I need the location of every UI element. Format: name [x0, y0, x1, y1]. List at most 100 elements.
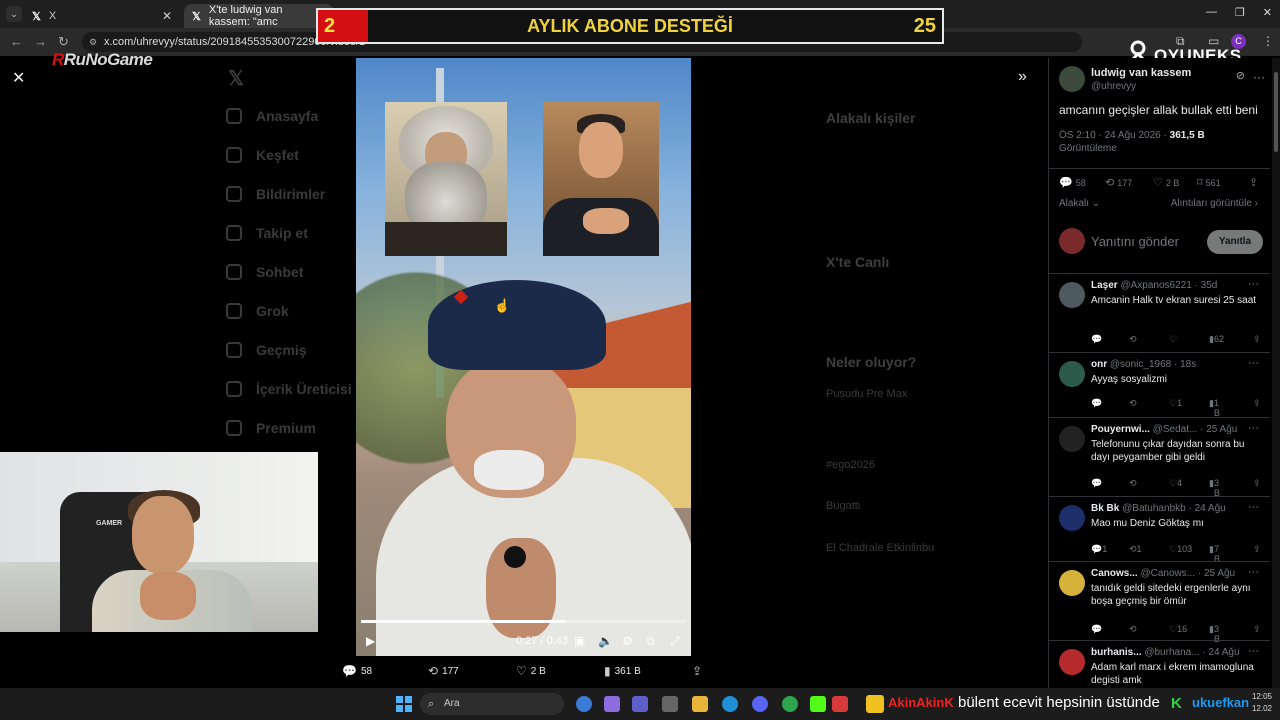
views-icon[interactable]: ▮ 1 B [1209, 398, 1220, 418]
views-icon[interactable]: ▮ 3 B [1209, 624, 1220, 644]
chrome-icon[interactable] [782, 696, 798, 712]
share-icon[interactable]: ⇪ [1253, 398, 1261, 409]
reply-item[interactable]: Canows... @Canows... · 25 Ağu ··· tanıdı… [1049, 562, 1270, 644]
tab-list-button[interactable]: ⌄ [6, 6, 22, 22]
heart-icon[interactable]: ♡ [1169, 334, 1177, 345]
repost-icon[interactable]: ⟲ [1129, 478, 1137, 489]
reply-stat[interactable]: 💬 58 [1059, 176, 1086, 189]
avatar[interactable] [1059, 361, 1085, 387]
reply-icon[interactable]: 💬 [1091, 398, 1102, 409]
like-action[interactable]: ♡ 2 B [516, 664, 546, 678]
edge-icon[interactable] [722, 696, 738, 712]
reply-button[interactable]: Yanıtla [1207, 230, 1263, 254]
expand-panel-icon[interactable]: » [1018, 68, 1027, 86]
kick-icon[interactable] [810, 696, 826, 712]
heart-icon[interactable]: ♡ 4 [1169, 478, 1182, 489]
heart-icon[interactable]: ♡ 1 [1169, 398, 1182, 409]
share-icon[interactable]: ⇪ [1253, 478, 1261, 489]
views-icon[interactable]: ▮ 7 B [1209, 544, 1220, 564]
back-icon[interactable]: ← [10, 34, 23, 49]
browser-tab[interactable]: 𝕏 X ✕ [24, 4, 180, 28]
copilot-icon[interactable] [604, 696, 620, 712]
share-action[interactable]: ⇪ [692, 664, 702, 678]
captions-icon[interactable]: ▣ [574, 634, 585, 648]
scrollbar-thumb[interactable] [1274, 72, 1278, 152]
avatar[interactable] [1059, 505, 1085, 531]
store-icon[interactable] [662, 696, 678, 712]
more-icon[interactable]: ··· [1248, 566, 1259, 578]
close-media-viewer-icon[interactable]: ✕ [12, 68, 25, 88]
author-name[interactable]: ludwig van kassem [1091, 67, 1191, 79]
more-icon[interactable]: ··· [1248, 645, 1259, 657]
view-quotes-link[interactable]: Alıntıları görüntüle › [1171, 198, 1258, 209]
more-icon[interactable]: ··· [1248, 422, 1259, 434]
share-stat[interactable]: ⇪ [1249, 176, 1258, 189]
relevance-sort[interactable]: Alakalı ⌄ [1059, 198, 1100, 209]
reply-icon[interactable]: 💬 1 [1091, 544, 1107, 555]
close-window-icon[interactable]: ✕ [1263, 6, 1272, 19]
bookmark-stat[interactable]: ⌑ 561 [1197, 176, 1221, 189]
reply-input[interactable]: Yanıtını gönder [1091, 234, 1179, 249]
reply-item[interactable]: burhanis... @burhana... · 24 Ağu ··· Ada… [1049, 641, 1270, 688]
views-icon[interactable]: ▮ 62 [1209, 334, 1224, 345]
more-icon[interactable]: ··· [1248, 278, 1259, 290]
heart-icon[interactable]: ♡ 16 [1169, 624, 1187, 635]
share-icon[interactable]: ⇪ [1253, 624, 1261, 635]
browser-tab-active[interactable]: 𝕏 X'te ludwig van kassem: "amc [184, 4, 334, 28]
scrollbar[interactable] [1272, 58, 1280, 688]
taskbar-search[interactable]: ⌕ Ara [420, 693, 564, 715]
reply-composer[interactable]: Yanıtını gönder Yanıtla [1059, 228, 1263, 256]
avatar[interactable] [1059, 570, 1085, 596]
reply-author[interactable]: Bk Bk [1091, 503, 1119, 514]
reply-action[interactable]: 💬 58 [342, 664, 372, 678]
browser-menu-icon[interactable]: ⋮ [1262, 34, 1274, 48]
reply-icon[interactable]: 💬 [1091, 334, 1102, 345]
app-icon[interactable] [576, 696, 592, 712]
site-info-icon[interactable]: ⚙ [89, 32, 97, 52]
windows-start-icon[interactable] [396, 696, 412, 712]
share-icon[interactable]: ⇪ [1253, 544, 1261, 555]
avatar[interactable] [1059, 66, 1085, 92]
reload-icon[interactable]: ↻ [58, 34, 69, 50]
repost-icon[interactable]: ⟲ [1129, 624, 1137, 635]
reply-author[interactable]: Laşer [1091, 280, 1118, 291]
tweet-time[interactable]: ÖS 2:10 · 24 Ağu 2026 · [1059, 130, 1170, 141]
avatar[interactable] [1059, 282, 1085, 308]
fullscreen-icon[interactable]: ⤢ [670, 634, 680, 649]
pip-icon[interactable]: ⧉ [646, 634, 655, 649]
repost-stat[interactable]: ⟲ 177 [1105, 176, 1132, 189]
video-player[interactable]: ☝ ▶ 0:27 / 0:43 ▣ 🔈 ⚙ ⧉ ⤢ [356, 58, 691, 656]
heart-icon[interactable]: ♡ 103 [1169, 544, 1192, 555]
file-explorer-icon[interactable] [692, 696, 708, 712]
reply-item[interactable]: Pouyernwi... @Sedat... · 25 Ağu ··· Tele… [1049, 418, 1270, 498]
discord-icon[interactable] [752, 696, 768, 712]
reply-item[interactable]: onr @sonic_1968 · 18s ··· Ayyaş sosyaliz… [1049, 353, 1270, 418]
repost-icon[interactable]: ⟲ 1 [1129, 544, 1142, 555]
author-handle[interactable]: @uhrevyy [1091, 81, 1136, 92]
share-icon[interactable]: ⇪ [1253, 334, 1261, 345]
play-icon[interactable]: ▶ [366, 634, 375, 648]
views-action[interactable]: ▮ 361 B [604, 664, 641, 678]
system-clock[interactable]: 12:05 12.02 [1252, 691, 1272, 715]
maximize-icon[interactable]: ❐ [1235, 6, 1245, 19]
reply-icon[interactable]: 💬 [1091, 624, 1102, 635]
more-icon[interactable]: ··· [1253, 70, 1265, 84]
reply-icon[interactable]: 💬 [1091, 478, 1102, 489]
forward-icon[interactable]: → [34, 34, 47, 49]
repost-icon[interactable]: ⟲ [1129, 334, 1137, 345]
more-icon[interactable]: ··· [1248, 501, 1259, 513]
tab-close-icon[interactable]: ✕ [162, 9, 172, 23]
like-stat[interactable]: ♡ 2 B [1153, 176, 1179, 189]
reply-author[interactable]: Canows... [1091, 568, 1138, 579]
reply-author[interactable]: Pouyernwi... [1091, 424, 1150, 435]
volume-icon[interactable]: 🔈 [598, 634, 613, 648]
teams-icon[interactable] [632, 696, 648, 712]
repost-icon[interactable]: ⟲ [1129, 398, 1137, 409]
views-icon[interactable]: ▮ 3 B [1209, 478, 1220, 498]
app-icon[interactable] [832, 696, 848, 712]
settings-icon[interactable]: ⚙ [622, 634, 633, 648]
avatar[interactable] [1059, 426, 1085, 452]
grok-icon[interactable]: ⊘ [1236, 69, 1245, 82]
reply-author[interactable]: onr [1091, 359, 1107, 370]
minimize-icon[interactable]: — [1206, 6, 1217, 19]
